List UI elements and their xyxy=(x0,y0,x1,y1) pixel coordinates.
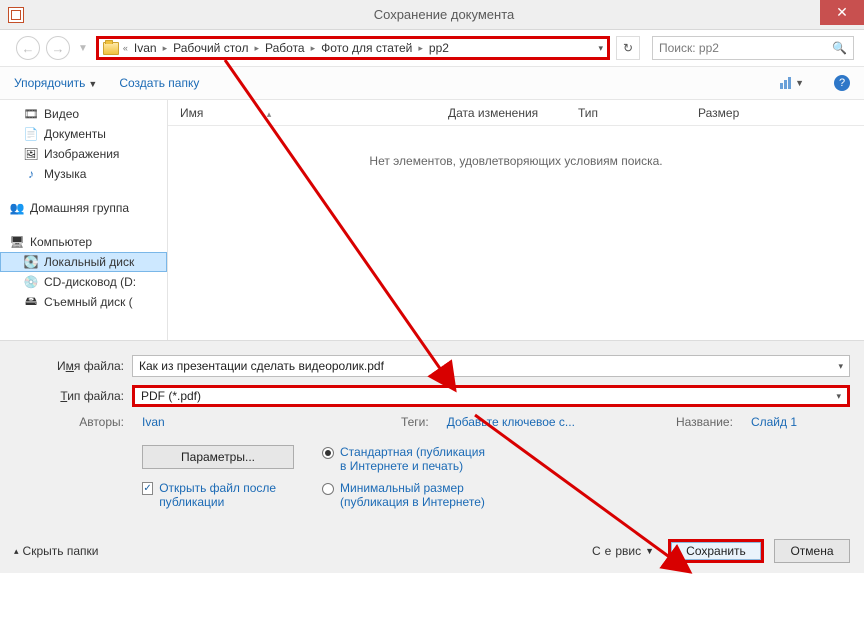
tree-item-local-disk[interactable]: 💽Локальный диск xyxy=(0,252,167,272)
homegroup-icon: 👥 xyxy=(10,201,24,215)
chevron-right-icon: ▸ xyxy=(161,43,170,54)
tree-item-homegroup[interactable]: 👥Домашняя группа xyxy=(0,198,167,218)
body: 🎞Видео 📄Документы 🖼Изображения ♪Музыка 👥… xyxy=(0,100,864,340)
search-input[interactable]: Поиск: pp2 🔍 xyxy=(652,36,854,60)
filetype-label: Тип файла: xyxy=(14,389,132,403)
tree-item-music[interactable]: ♪Музыка xyxy=(0,164,167,184)
title-value[interactable]: Слайд 1 xyxy=(751,415,797,429)
organize-menu[interactable]: Упорядочить▼ xyxy=(14,76,97,90)
options-row: Параметры... ✓ Открыть файл после публик… xyxy=(14,445,850,517)
filetype-select[interactable]: PDF (*.pdf)▾ xyxy=(132,385,850,407)
tree-item-removable[interactable]: 🖴Съемный диск ( xyxy=(0,292,167,312)
computer-icon: 🖥 xyxy=(10,235,24,249)
file-list-pane: Имя ▴ Дата изменения Тип Размер Нет элем… xyxy=(168,100,864,340)
chevron-right-icon: ▸ xyxy=(416,43,425,54)
image-icon: 🖼 xyxy=(24,147,38,161)
cancel-button[interactable]: Отмена xyxy=(774,539,850,563)
dropdown-icon[interactable]: ▾ xyxy=(836,391,841,402)
service-menu[interactable]: Сервис▼ xyxy=(592,544,654,558)
radio-icon xyxy=(322,483,334,495)
col-name[interactable]: Имя ▴ xyxy=(168,106,436,120)
tree-item-cd-drive[interactable]: 💿CD-дисковод (D: xyxy=(0,272,167,292)
help-button[interactable]: ? xyxy=(834,75,850,91)
chevron-right-icon: ▸ xyxy=(309,43,318,54)
checkbox-icon: ✓ xyxy=(142,482,153,495)
col-date[interactable]: Дата изменения xyxy=(436,106,566,120)
close-button[interactable]: ✕ xyxy=(820,0,864,25)
dropdown-icon[interactable]: ▾ xyxy=(838,361,843,372)
metadata-row: Авторы: Ivan Теги: Добавьте ключевое с..… xyxy=(14,415,850,429)
nav-row: ← → ▼ « Ivan ▸ Рабочий стол ▸ Работа ▸ Ф… xyxy=(0,30,864,66)
view-options[interactable]: ▼ xyxy=(780,77,804,89)
forward-button[interactable]: → xyxy=(46,36,70,60)
title-label: Название: xyxy=(623,415,741,429)
filename-row: Имя файла: Как из презентации сделать ви… xyxy=(14,355,850,377)
col-size[interactable]: Размер xyxy=(686,106,786,120)
triangle-up-icon: ▴ xyxy=(14,546,19,557)
new-folder-button[interactable]: Создать папку xyxy=(119,76,199,90)
chevron-right-icon: ▸ xyxy=(252,43,261,54)
radio-minimal[interactable]: Минимальный размер (публикация в Интерне… xyxy=(322,481,490,509)
radio-standard[interactable]: Стандартная (публикация в Интернете и пе… xyxy=(322,445,490,473)
window-title: Сохранение документа xyxy=(24,7,864,22)
empty-message: Нет элементов, удовлетворяющих условиям … xyxy=(168,154,864,168)
dialog-footer: ▴Скрыть папки Сервис▼ Сохранить Отмена xyxy=(14,539,850,563)
cd-icon: 💿 xyxy=(24,275,38,289)
tags-label: Теги: xyxy=(319,415,437,429)
back-button[interactable]: ← xyxy=(16,36,40,60)
titlebar: Сохранение документа ✕ xyxy=(0,0,864,30)
app-icon xyxy=(8,7,24,23)
view-icon xyxy=(780,77,791,89)
search-icon: 🔍 xyxy=(832,41,847,55)
music-icon: ♪ xyxy=(24,167,38,181)
history-dropdown-icon[interactable]: ▼ xyxy=(76,43,90,54)
tree-item-documents[interactable]: 📄Документы xyxy=(0,124,167,144)
breadcrumb-bar[interactable]: « Ivan ▸ Рабочий стол ▸ Работа ▸ Фото дл… xyxy=(96,36,610,60)
tree-item-computer[interactable]: 🖥Компьютер xyxy=(0,232,167,252)
hide-folders-toggle[interactable]: ▴Скрыть папки xyxy=(14,544,98,558)
disk-icon: 💽 xyxy=(24,255,38,269)
toolbar: Упорядочить▼ Создать папку ▼ ? xyxy=(0,66,864,100)
usb-icon: 🖴 xyxy=(24,295,38,309)
save-button[interactable]: Сохранить xyxy=(668,539,764,563)
refresh-button[interactable]: ↻ xyxy=(616,36,640,60)
save-options-panel: Имя файла: Как из презентации сделать ви… xyxy=(0,340,864,573)
col-type[interactable]: Тип xyxy=(566,106,686,120)
nav-tree[interactable]: 🎞Видео 📄Документы 🖼Изображения ♪Музыка 👥… xyxy=(0,100,168,340)
parameters-button[interactable]: Параметры... xyxy=(142,445,294,469)
breadcrumb-item[interactable]: pp2 xyxy=(425,41,453,55)
breadcrumb-item[interactable]: Фото для статей xyxy=(317,41,416,55)
filename-input[interactable]: Как из презентации сделать видеоролик.pd… xyxy=(132,355,850,377)
breadcrumb-prefix: « xyxy=(121,43,130,53)
search-placeholder: Поиск: pp2 xyxy=(659,41,719,55)
breadcrumb-dropdown-icon[interactable]: ▾ xyxy=(598,43,603,54)
video-icon: 🎞 xyxy=(24,107,38,121)
tags-value[interactable]: Добавьте ключевое с... xyxy=(447,415,575,429)
tree-item-images[interactable]: 🖼Изображения xyxy=(0,144,167,164)
document-icon: 📄 xyxy=(24,127,38,141)
open-after-checkbox[interactable]: ✓ Открыть файл после публикации xyxy=(142,481,314,509)
authors-label: Авторы: xyxy=(14,415,132,429)
column-headers: Имя ▴ Дата изменения Тип Размер xyxy=(168,100,864,126)
filename-label: Имя файла: xyxy=(14,359,132,373)
folder-icon xyxy=(103,42,119,55)
breadcrumb-item[interactable]: Работа xyxy=(261,41,309,55)
authors-value[interactable]: Ivan xyxy=(142,415,165,429)
breadcrumb-item[interactable]: Рабочий стол xyxy=(169,41,252,55)
tree-item-videos[interactable]: 🎞Видео xyxy=(0,104,167,124)
breadcrumb-item[interactable]: Ivan xyxy=(130,41,161,55)
filetype-row: Тип файла: PDF (*.pdf)▾ xyxy=(14,385,850,407)
radio-icon xyxy=(322,447,334,459)
